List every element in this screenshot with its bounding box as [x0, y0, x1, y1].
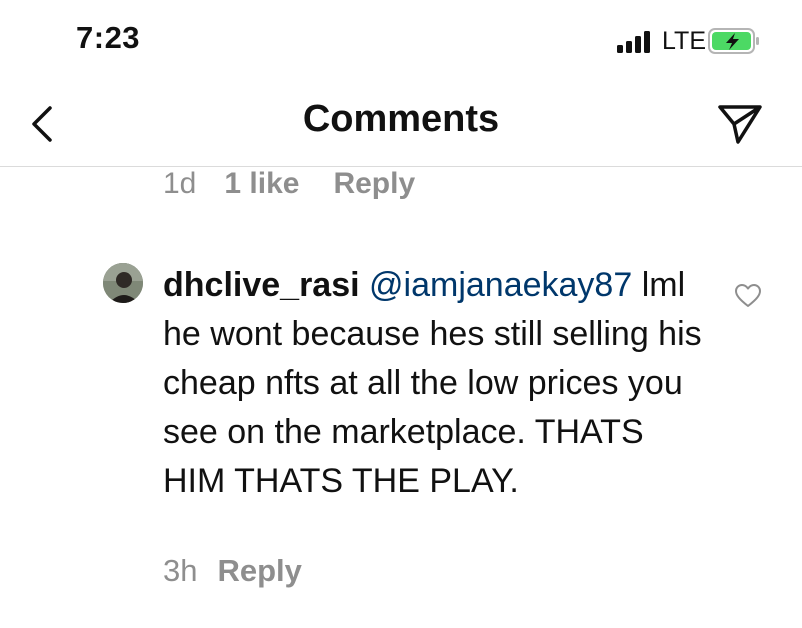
status-bar: 7:23 LTE — [0, 0, 802, 80]
previous-comment-likes[interactable]: 1 like — [224, 167, 299, 200]
avatar-photo — [103, 263, 143, 303]
previous-comment-reply-button[interactable]: Reply — [333, 167, 415, 200]
comment-body: dhclive_rasi @iamjanaekay87 lml he wont … — [163, 261, 703, 506]
paper-plane-icon[interactable] — [716, 102, 764, 146]
network-type: LTE — [662, 27, 706, 55]
status-time: 7:23 — [76, 20, 141, 55]
header: Comments — [0, 80, 802, 167]
comment-username[interactable]: dhclive_rasi — [163, 266, 360, 304]
comment-reply-button[interactable]: Reply — [217, 553, 301, 588]
comment-meta: 3h Reply — [163, 553, 302, 589]
page-title: Comments — [302, 98, 500, 140]
cellular-signal-icon — [617, 29, 657, 53]
previous-comment-meta: 1d 1 like Reply — [163, 167, 415, 201]
avatar[interactable] — [103, 263, 143, 303]
heart-outline-icon[interactable] — [734, 283, 762, 309]
previous-comment-age: 1d — [163, 167, 197, 200]
comment-mention[interactable]: @iamjanaekay87 — [369, 266, 632, 304]
comment-age: 3h — [163, 553, 198, 588]
battery-charging-icon — [708, 28, 759, 54]
